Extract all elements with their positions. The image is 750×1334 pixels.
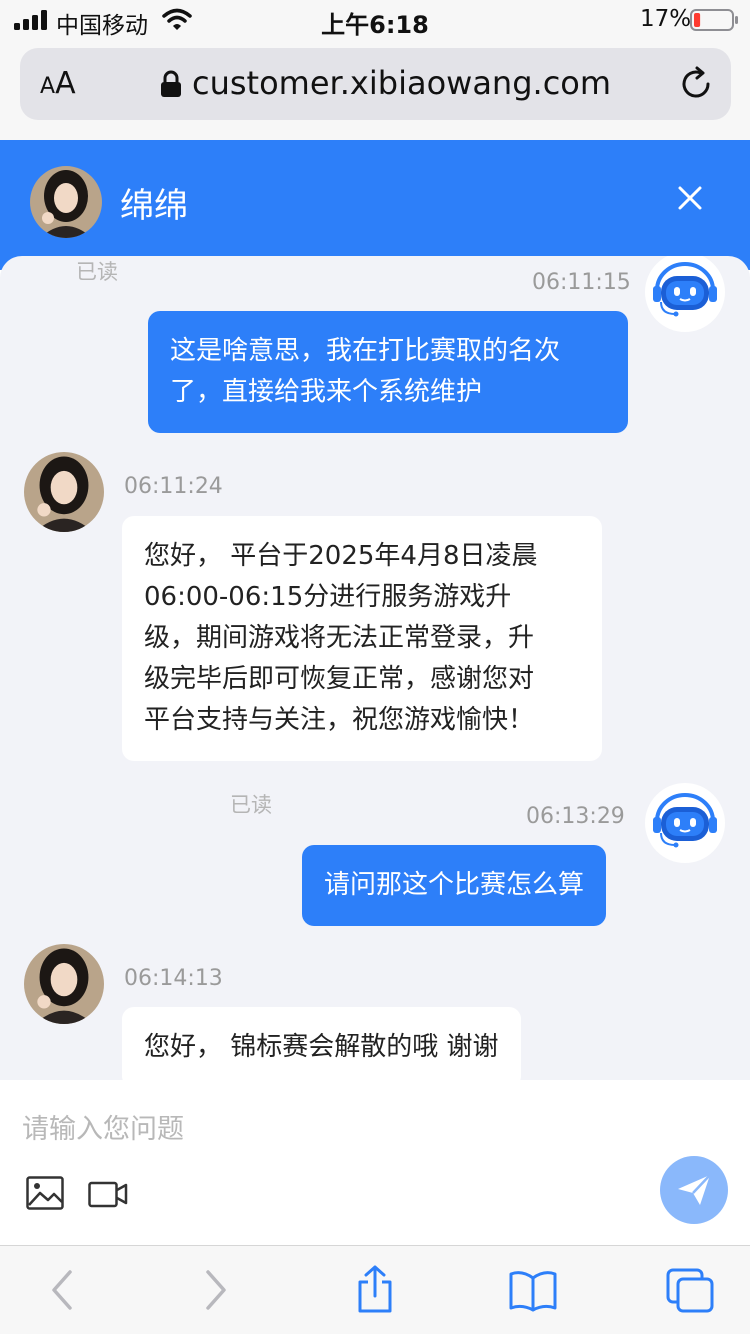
message-line: 您好， 平台于2025年4月8日凌晨 [144,541,538,571]
close-icon[interactable] [672,180,708,216]
agent-name: 绵绵 [120,186,188,226]
message-line: 级完毕后即可恢复正常，感谢您对 [144,664,535,694]
message-line: 级，期间游戏将无法正常登录，升 [144,623,535,653]
message-line: 06:00-06:15分进行服务游戏升 [144,582,512,612]
message-time: 06:11:24 [124,474,223,499]
message-line: 这是啥意思，我在打比赛取的名次 [170,336,561,366]
url-text[interactable]: customer.xibiaowang.com [192,64,611,102]
text-size-button[interactable]: AA [40,66,76,101]
message-time: 06:11:15 [532,270,631,295]
image-icon[interactable] [26,1176,64,1210]
message-bubble-outgoing: 请问那这个比赛怎么算 [302,845,607,926]
message-bubble-incoming: 您好， 锦标赛会解散的哦 谢谢 [122,1007,521,1080]
message-composer [0,1080,750,1245]
message-bubble-incoming: 您好， 平台于2025年4月8日凌晨 06:00-06:15分进行服务游戏升 级… [122,516,602,761]
browser-toolbar [0,1245,750,1334]
message-input[interactable] [22,1104,622,1154]
message-bubble-outgoing: 这是啥意思，我在打比赛取的名次 了，直接给我来个系统维护 [148,311,628,433]
agent-avatar [30,166,102,238]
back-icon[interactable] [48,1268,76,1312]
share-icon[interactable] [354,1264,396,1314]
forward-icon[interactable] [202,1268,230,1312]
user-robot-avatar [645,256,725,332]
tabs-icon[interactable] [664,1266,716,1314]
read-receipt: 已读 [76,260,118,284]
video-icon[interactable] [88,1180,128,1208]
read-receipt: 已读 [230,793,272,817]
reload-icon[interactable] [678,66,714,102]
send-button[interactable] [660,1156,728,1224]
chat-messages[interactable]: 已读 06:11:15 这是啥意思，我在打比赛取的名次 了，直接给我来个系统维护 [0,256,750,1080]
browser-address-area: AA customer.xibiaowang.com [0,42,750,140]
lock-icon [161,70,181,97]
message-line: 请问那这个比赛怎么算 [324,870,585,900]
message-line: 平台支持与关注，祝您游戏愉快！ [144,705,535,735]
status-bar: 中国移动 上午6:18 17% [0,0,750,42]
message-time: 06:14:13 [124,966,223,991]
address-bar[interactable]: AA customer.xibiaowang.com [20,48,731,120]
send-icon [678,1174,711,1205]
message-time: 06:13:29 [526,804,625,829]
battery-percent: 17% [640,6,692,32]
battery-icon [690,9,738,31]
agent-avatar [24,944,104,1024]
agent-avatar [24,452,104,532]
status-time: 上午6:18 [321,11,429,39]
bookmarks-icon[interactable] [508,1270,558,1312]
message-line: 您好， 锦标赛会解散的哦 谢谢 [144,1032,499,1062]
chat-header: 绵绵 [0,140,750,270]
battery-level-fill [694,13,701,27]
message-line: 了，直接给我来个系统维护 [170,377,483,407]
user-robot-avatar [645,783,725,863]
